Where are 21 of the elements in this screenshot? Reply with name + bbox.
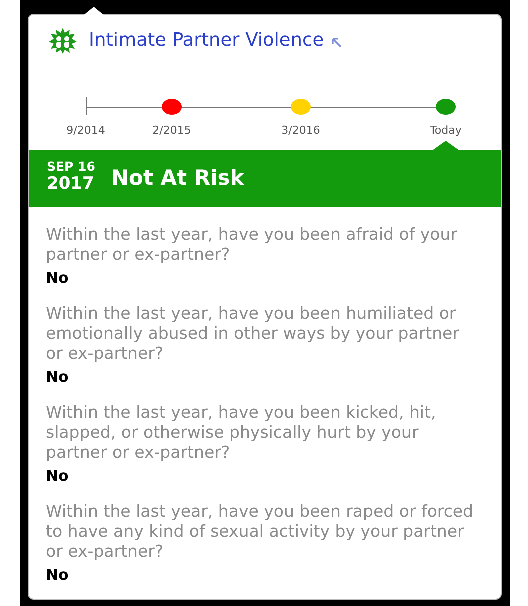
arrow-icon: [332, 38, 342, 48]
status-dot[interactable]: [291, 99, 311, 115]
timeline-label: Today: [430, 123, 462, 139]
risk-status: Not At Risk: [111, 165, 244, 192]
answer-text: No: [46, 367, 70, 387]
question-text: Within the last year, have you been raped or forced to have any kind of sexual activity by your partner or ex-partner?: [46, 502, 475, 562]
date-year: 2017: [47, 174, 96, 195]
title-link[interactable]: Intimate Partner Violence: [89, 27, 324, 55]
timeline-label: 9/2014: [66, 123, 106, 139]
answer-text: No: [46, 268, 70, 288]
people-burst-icon: [49, 28, 77, 54]
question-text: Within the last year, have you been afraid of your partner or ex-partner?: [46, 225, 459, 265]
answer-text: No: [46, 466, 70, 486]
date-month-day: SEP 16: [47, 160, 96, 174]
timeline-label: 2/2015: [152, 123, 192, 139]
status-dot[interactable]: [162, 99, 182, 115]
question-text: Within the last year, have you been humiliated or emotionally abused in other ways by your partner or ex-partner?: [46, 304, 460, 364]
answer-text: No: [46, 565, 70, 585]
timeline-label: 3/2016: [282, 123, 320, 139]
question-text: Within the last year, have you been kicked, hit, slapped, or otherwise physically hurt by your partner or ex-partner?: [46, 403, 438, 463]
status-dot[interactable]: [436, 99, 456, 115]
